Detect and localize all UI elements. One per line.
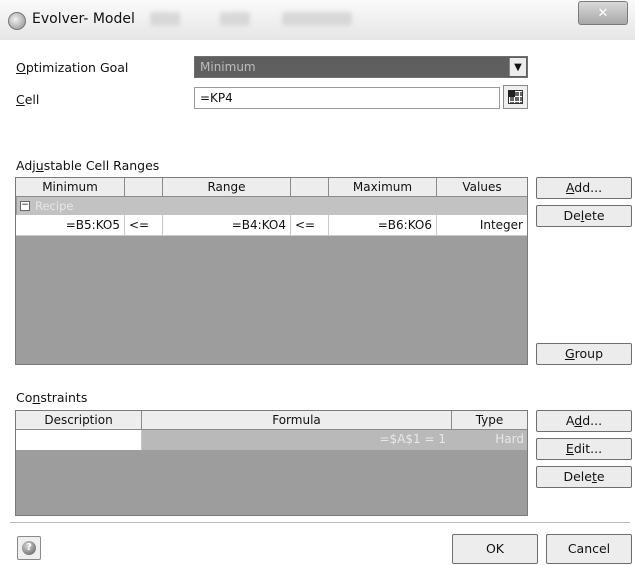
window-title: Evolver- Model xyxy=(32,11,135,27)
table-row[interactable]: =B5:KO5 <= =B4:KO4 <= =B6:KO6 Integer xyxy=(16,215,527,236)
header-description: Description xyxy=(16,411,142,430)
table-row[interactable]: =$A$1 = 1 Hard xyxy=(16,430,527,450)
chevron-down-icon[interactable]: ▼ xyxy=(509,58,526,76)
adjustable-cell-ranges-label: Adjustable Cell Ranges xyxy=(16,158,160,173)
blurred-text xyxy=(282,12,352,26)
close-button[interactable]: ✕ xyxy=(578,1,628,25)
footer-separator xyxy=(10,522,630,523)
optimization-goal-label: Optimization Goal xyxy=(16,60,129,75)
ok-button[interactable]: OK xyxy=(452,534,538,564)
header-op2 xyxy=(291,178,329,197)
header-minimum: Minimum xyxy=(16,178,125,197)
group-button[interactable]: Group xyxy=(536,343,632,365)
header-values: Values xyxy=(437,178,527,197)
header-type: Type xyxy=(452,411,527,430)
cell-operator-1[interactable]: <= xyxy=(125,215,163,236)
blurred-text xyxy=(220,12,250,26)
group-row-recipe[interactable]: − Recipe xyxy=(17,197,527,215)
cell-maximum[interactable]: =B6:KO6 xyxy=(329,215,437,236)
evolver-app-icon xyxy=(8,12,26,30)
help-icon: ? xyxy=(22,541,36,555)
constraint-add-button[interactable]: Add... xyxy=(536,410,632,432)
header-range: Range xyxy=(163,178,291,197)
constraint-edit-button[interactable]: Edit... xyxy=(536,438,632,460)
blurred-text xyxy=(150,12,180,26)
cell-label: Cell xyxy=(16,92,40,107)
constraints-label: Constraints xyxy=(16,390,88,405)
adjustable-delete-button[interactable]: Delete xyxy=(536,205,632,227)
cancel-button[interactable]: Cancel xyxy=(546,534,632,564)
cell-range[interactable]: =B4:KO4 xyxy=(163,215,291,236)
range-select-icon-fill xyxy=(508,90,515,97)
cell-minimum[interactable]: =B5:KO5 xyxy=(16,215,125,236)
adjustable-ranges-grid: Minimum Range Maximum Values − Recipe =B… xyxy=(15,177,528,365)
header-op1 xyxy=(125,178,163,197)
constraints-grid: Description Formula Type =$A$1 = 1 Hard xyxy=(15,410,528,516)
title-bar: Evolver- Model ✕ xyxy=(0,0,635,40)
adjustable-add-button[interactable]: Add... xyxy=(536,177,632,199)
cell-operator-2[interactable]: <= xyxy=(291,215,329,236)
group-name: Recipe xyxy=(35,199,74,213)
optimization-goal-dropdown[interactable]: Minimum ▼ xyxy=(194,56,528,78)
cell-input[interactable]: =KP4 xyxy=(194,87,500,109)
close-icon: ✕ xyxy=(597,5,609,21)
cell-description[interactable] xyxy=(16,430,142,450)
optimization-goal-value: Minimum xyxy=(200,60,256,74)
cell-reference-button[interactable] xyxy=(503,85,528,109)
cell-values[interactable]: Integer xyxy=(437,215,527,236)
cell-formula[interactable]: =$A$1 = 1 xyxy=(142,430,452,450)
help-button[interactable]: ? xyxy=(17,536,41,560)
header-maximum: Maximum xyxy=(329,178,437,197)
cell-type[interactable]: Hard xyxy=(452,430,527,450)
collapse-icon[interactable]: − xyxy=(20,201,30,211)
header-formula: Formula xyxy=(142,411,452,430)
constraint-delete-button[interactable]: Delete xyxy=(536,466,632,488)
